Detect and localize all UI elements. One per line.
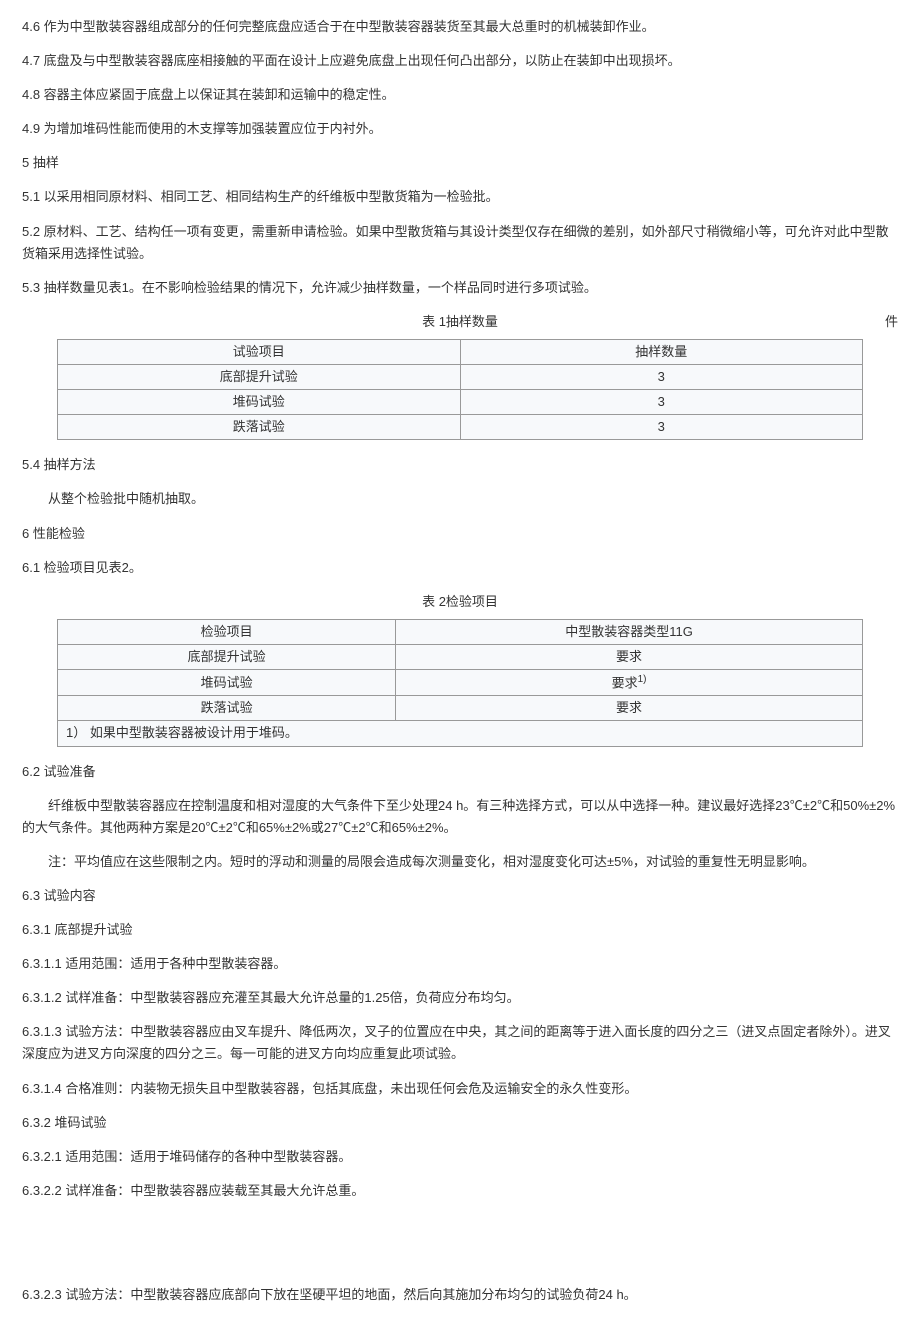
para-6-1: 6.1 检验项目见表2。 [22, 557, 898, 579]
cell: 要求 [396, 696, 863, 721]
cell: 3 [460, 415, 862, 440]
para-4-8: 4.8 容器主体应紧固于底盘上以保证其在装卸和运输中的稳定性。 [22, 84, 898, 106]
cell: 跌落试验 [58, 415, 460, 440]
para-6-2-body: 纤维板中型散装容器应在控制温度和相对湿度的大气条件下至少处理24 h。有三种选择… [22, 795, 898, 839]
para-6-3-1-1: 6.3.1.1 适用范围：适用于各种中型散装容器。 [22, 953, 898, 975]
para-6-3-2-2: 6.3.2.2 试样准备：中型散装容器应装载至其最大允许总重。 [22, 1180, 898, 1202]
table-1-title: 表 1抽样数量 [62, 311, 858, 333]
para-5-4: 5.4 抽样方法 [22, 454, 898, 476]
table-row: 跌落试验 要求 [58, 696, 863, 721]
table-1: 试验项目 抽样数量 底部提升试验 3 堆码试验 3 跌落试验 3 [57, 339, 863, 440]
table-row: 检验项目 中型散装容器类型11G [58, 619, 863, 644]
para-4-6: 4.6 作为中型散装容器组成部分的任何完整底盘应适合于在中型散装容器装货至其最大… [22, 16, 898, 38]
table-row: 底部提升试验 要求 [58, 644, 863, 669]
cell: 堆码试验 [58, 669, 396, 695]
para-6-2: 6.2 试验准备 [22, 761, 898, 783]
para-6-3-1-4: 6.3.1.4 合格准则：内装物无损失且中型散装容器，包括其底盘，未出现任何会危… [22, 1078, 898, 1100]
para-6-3-1-3: 6.3.1.3 试验方法：中型散装容器应由叉车提升、降低两次，叉子的位置应在中央… [22, 1021, 898, 1065]
para-6-3: 6.3 试验内容 [22, 885, 898, 907]
cell: 3 [460, 390, 862, 415]
cell: 要求 [396, 644, 863, 669]
table-row: 堆码试验 要求1) [58, 669, 863, 695]
table-2-footnote-row: 1） 如果中型散装容器被设计用于堆码。 [58, 721, 863, 746]
page-gap [22, 1214, 898, 1284]
cell: 底部提升试验 [58, 644, 396, 669]
table-2: 检验项目 中型散装容器类型11G 底部提升试验 要求 堆码试验 要求1) 跌落试… [57, 619, 863, 747]
table-1-header-col1: 试验项目 [58, 339, 460, 364]
cell: 堆码试验 [58, 390, 460, 415]
para-6-3-2-3: 6.3.2.3 试验方法：中型散装容器应底部向下放在坚硬平坦的地面，然后向其施加… [22, 1284, 898, 1306]
table-row: 堆码试验 3 [58, 390, 863, 415]
para-5-1: 5.1 以采用相同原材料、相同工艺、相同结构生产的纤维板中型散货箱为一检验批。 [22, 186, 898, 208]
cell: 底部提升试验 [58, 365, 460, 390]
para-5-4-body: 从整个检验批中随机抽取。 [22, 488, 898, 510]
para-5-2: 5.2 原材料、工艺、结构任一项有变更，需重新申请检验。如果中型散货箱与其设计类… [22, 221, 898, 265]
table-2-header-col2: 中型散装容器类型11G [396, 619, 863, 644]
table-2-header-col1: 检验项目 [58, 619, 396, 644]
para-4-7: 4.7 底盘及与中型散装容器底座相接触的平面在设计上应避免底盘上出现任何凸出部分… [22, 50, 898, 72]
section-6-heading: 6 性能检验 [22, 523, 898, 545]
para-6-2-note: 注：平均值应在这些限制之内。短时的浮动和测量的局限会造成每次测量变化，相对湿度变… [22, 851, 898, 873]
cell-text: 要求 [612, 675, 638, 690]
cell: 3 [460, 365, 862, 390]
table-row: 底部提升试验 3 [58, 365, 863, 390]
table-row: 跌落试验 3 [58, 415, 863, 440]
table-1-title-row: 表 1抽样数量 件 [22, 311, 898, 333]
para-5-3: 5.3 抽样数量见表1。在不影响检验结果的情况下，允许减少抽样数量，一个样品同时… [22, 277, 898, 299]
table-2-title-row: 表 2检验项目 [22, 591, 898, 613]
table-2-title: 表 2检验项目 [62, 591, 858, 613]
table-row: 试验项目 抽样数量 [58, 339, 863, 364]
table-1-header-col2: 抽样数量 [460, 339, 862, 364]
para-6-3-2-1: 6.3.2.1 适用范围：适用于堆码储存的各种中型散装容器。 [22, 1146, 898, 1168]
table-2-footnote: 1） 如果中型散装容器被设计用于堆码。 [58, 721, 863, 746]
para-6-3-1: 6.3.1 底部提升试验 [22, 919, 898, 941]
para-6-3-2: 6.3.2 堆码试验 [22, 1112, 898, 1134]
table-1-unit: 件 [858, 311, 898, 333]
cell: 要求1) [396, 669, 863, 695]
footnote-marker: 1) [638, 674, 647, 685]
para-4-9: 4.9 为增加堆码性能而使用的木支撑等加强装置应位于内衬外。 [22, 118, 898, 140]
cell: 跌落试验 [58, 696, 396, 721]
para-6-3-1-2: 6.3.1.2 试样准备：中型散装容器应充灌至其最大允许总量的1.25倍，负荷应… [22, 987, 898, 1009]
section-5-heading: 5 抽样 [22, 152, 898, 174]
